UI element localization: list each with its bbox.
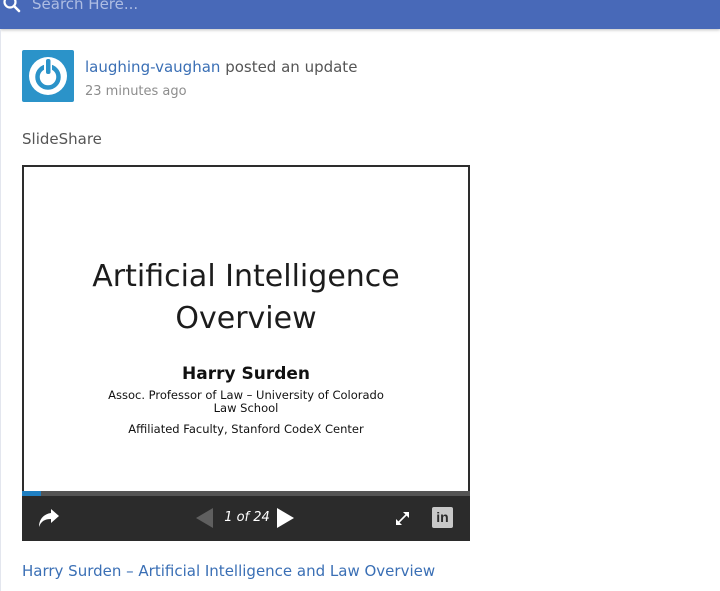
share-icon[interactable] <box>37 507 61 529</box>
search-input[interactable] <box>30 0 534 16</box>
post-text: SlideShare <box>22 130 102 148</box>
slide-affiliation: Affiliated Faculty, Stanford CodeX Cente… <box>128 422 364 436</box>
avatar[interactable] <box>22 50 74 102</box>
player-controls: 1 of 24 in <box>22 496 470 541</box>
slideshare-embed[interactable]: Artificial Intelligence Overview Harry S… <box>22 165 470 541</box>
top-bar <box>0 0 720 29</box>
slide-title: Artificial Intelligence Overview <box>92 259 400 336</box>
content-border <box>0 29 1 591</box>
search-icon[interactable] <box>2 0 22 14</box>
slide-author: Harry Surden <box>182 364 310 384</box>
fullscreen-icon[interactable] <box>395 511 410 526</box>
activity-header: laughing-vaughan posted an update <box>85 58 357 76</box>
next-icon[interactable] <box>276 508 294 528</box>
post-meta: laughing-vaughan posted an update 23 min… <box>85 58 357 99</box>
author-link[interactable]: laughing-vaughan <box>85 58 220 76</box>
slide-counter: 1 of 24 <box>224 510 270 525</box>
slideshare-title-link[interactable]: Harry Surden – Artificial Intelligence a… <box>22 562 435 580</box>
timestamp[interactable]: 23 minutes ago <box>85 84 357 99</box>
slide-role: Assoc. Professor of Law – University of … <box>108 388 384 415</box>
slide-view[interactable]: Artificial Intelligence Overview Harry S… <box>24 167 468 491</box>
power-icon <box>29 57 67 95</box>
prev-icon[interactable] <box>196 508 214 528</box>
linkedin-icon[interactable]: in <box>432 507 453 528</box>
activity-action: posted an update <box>225 58 358 76</box>
